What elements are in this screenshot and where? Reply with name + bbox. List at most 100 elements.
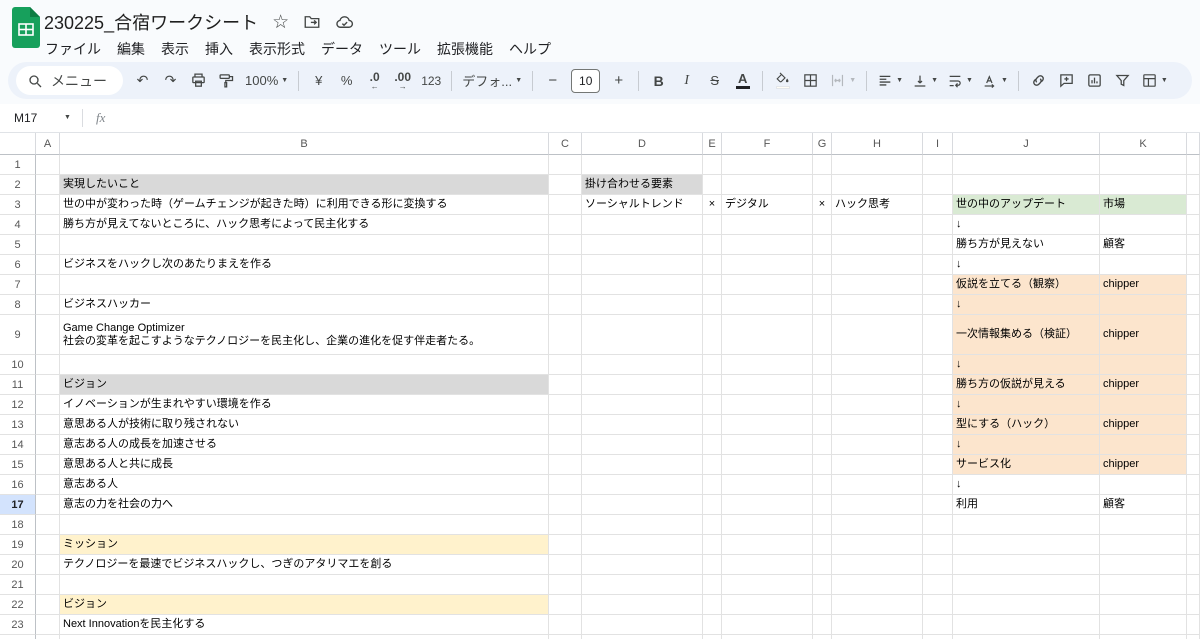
cell-J22[interactable] (953, 595, 1100, 615)
cell-H11[interactable] (832, 375, 923, 395)
cell-H12[interactable] (832, 395, 923, 415)
cell-H13[interactable] (832, 415, 923, 435)
cell-F24[interactable] (722, 635, 813, 639)
cell-A16[interactable] (36, 475, 60, 495)
cell-K20[interactable] (1100, 555, 1187, 575)
cell-B12[interactable]: イノベーションが生まれやすい環境を作る (60, 395, 549, 415)
cell-E8[interactable] (703, 295, 722, 315)
cell-K22[interactable] (1100, 595, 1187, 615)
cell-I13[interactable] (923, 415, 953, 435)
cell-G2[interactable] (813, 175, 832, 195)
cell-E19[interactable] (703, 535, 722, 555)
menu-edit[interactable]: 編集 (109, 36, 153, 62)
cell-L21[interactable] (1187, 575, 1200, 595)
cell-G17[interactable] (813, 495, 832, 515)
cell-B6[interactable]: ビジネスをハックし次のあたりまえを作る (60, 255, 549, 275)
cell-L7[interactable] (1187, 275, 1200, 295)
cell-C3[interactable] (549, 195, 582, 215)
cell-A5[interactable] (36, 235, 60, 255)
row-header-3[interactable]: 3 (0, 195, 36, 215)
cell-G12[interactable] (813, 395, 832, 415)
cell-H16[interactable] (832, 475, 923, 495)
cell-K12[interactable] (1100, 395, 1187, 415)
column-header-partial[interactable] (1187, 133, 1200, 155)
row-header-8[interactable]: 8 (0, 295, 36, 315)
cell-A9[interactable] (36, 315, 60, 355)
cell-F14[interactable] (722, 435, 813, 455)
row-header-14[interactable]: 14 (0, 435, 36, 455)
cell-E12[interactable] (703, 395, 722, 415)
column-header-H[interactable]: H (832, 133, 923, 155)
cell-B1[interactable] (60, 155, 549, 175)
cell-E9[interactable] (703, 315, 722, 355)
cell-I14[interactable] (923, 435, 953, 455)
cell-A1[interactable] (36, 155, 60, 175)
cell-J14[interactable]: ↓ (953, 435, 1100, 455)
row-header-6[interactable]: 6 (0, 255, 36, 275)
cell-A13[interactable] (36, 415, 60, 435)
cell-L23[interactable] (1187, 615, 1200, 635)
cell-I16[interactable] (923, 475, 953, 495)
cell-J12[interactable]: ↓ (953, 395, 1100, 415)
column-header-B[interactable]: B (60, 133, 549, 155)
cell-G1[interactable] (813, 155, 832, 175)
cell-L5[interactable] (1187, 235, 1200, 255)
cell-E14[interactable] (703, 435, 722, 455)
cell-D5[interactable] (582, 235, 703, 255)
row-header-5[interactable]: 5 (0, 235, 36, 255)
cell-H24[interactable] (832, 635, 923, 639)
column-header-I[interactable]: I (923, 133, 953, 155)
cell-A10[interactable] (36, 355, 60, 375)
cell-C20[interactable] (549, 555, 582, 575)
strikethrough-button[interactable]: S (702, 67, 727, 94)
cell-D8[interactable] (582, 295, 703, 315)
insert-chart-button[interactable] (1082, 67, 1107, 94)
cell-H20[interactable] (832, 555, 923, 575)
cell-J15[interactable]: サービス化 (953, 455, 1100, 475)
cell-J10[interactable]: ↓ (953, 355, 1100, 375)
menu-view[interactable]: 表示 (153, 36, 197, 62)
cell-E23[interactable] (703, 615, 722, 635)
cell-C14[interactable] (549, 435, 582, 455)
cell-G14[interactable] (813, 435, 832, 455)
cell-C16[interactable] (549, 475, 582, 495)
cell-B15[interactable]: 意思ある人と共に成長 (60, 455, 549, 475)
cell-H15[interactable] (832, 455, 923, 475)
cell-B3[interactable]: 世の中が変わった時（ゲームチェンジが起きた時）に利用できる形に変換する (60, 195, 549, 215)
row-header-19[interactable]: 19 (0, 535, 36, 555)
cell-A15[interactable] (36, 455, 60, 475)
cell-C10[interactable] (549, 355, 582, 375)
cell-I20[interactable] (923, 555, 953, 575)
cell-G23[interactable] (813, 615, 832, 635)
cell-G10[interactable] (813, 355, 832, 375)
cell-C6[interactable] (549, 255, 582, 275)
cell-C11[interactable] (549, 375, 582, 395)
column-header-G[interactable]: G (813, 133, 832, 155)
cell-K18[interactable] (1100, 515, 1187, 535)
move-folder-icon[interactable] (303, 13, 321, 31)
number-format-button[interactable]: 123 (418, 67, 444, 94)
cell-G9[interactable] (813, 315, 832, 355)
insert-comment-button[interactable] (1054, 67, 1079, 94)
cell-B20[interactable]: テクノロジーを最速でビジネスハックし、つぎのアタリマエを創る (60, 555, 549, 575)
cell-J2[interactable] (953, 175, 1100, 195)
cell-K3[interactable]: 市場 (1100, 195, 1187, 215)
cell-G4[interactable] (813, 215, 832, 235)
cell-J20[interactable] (953, 555, 1100, 575)
cell-E5[interactable] (703, 235, 722, 255)
cell-H5[interactable] (832, 235, 923, 255)
cell-L19[interactable] (1187, 535, 1200, 555)
cell-B23[interactable]: Next Innovationを民主化する (60, 615, 549, 635)
cell-J5[interactable]: 勝ち方が見えない (953, 235, 1100, 255)
corner-box[interactable] (0, 133, 36, 155)
cell-I17[interactable] (923, 495, 953, 515)
cell-K8[interactable] (1100, 295, 1187, 315)
text-rotation-button[interactable]: ▼ (979, 67, 1011, 94)
fill-color-button[interactable] (770, 67, 795, 94)
cell-E21[interactable] (703, 575, 722, 595)
cell-I23[interactable] (923, 615, 953, 635)
cell-D18[interactable] (582, 515, 703, 535)
cell-C9[interactable] (549, 315, 582, 355)
cell-I19[interactable] (923, 535, 953, 555)
cell-K17[interactable]: 顧客 (1100, 495, 1187, 515)
